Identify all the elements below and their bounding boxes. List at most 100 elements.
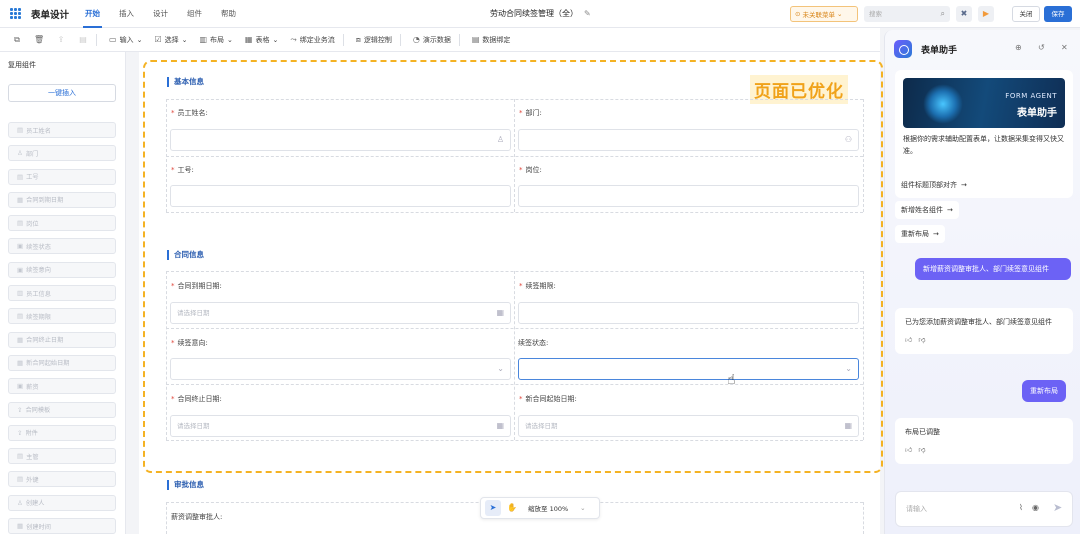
component-sidebar: 复用组件 一键插入 ▤ 员工姓名 ♙ 部门 ▤ 工号 ▦ 合同到期日期 ▤ 岗位 ▣ 续签状… — [0, 52, 126, 534]
history-icon[interactable]: ↺ — [1038, 43, 1045, 52]
toolbar: ⧉ 🗑 ⇪ ▤ ▭ 输入 ⌄ ☑ 选择 ⌄ ▥ 布局 ⌄ ▦ 表格 ⌄ ⤳ 绑定业务流 ⧈ 逻辑控制… — [0, 28, 880, 52]
calendar-icon: ▦ — [844, 421, 852, 430]
renew-intent-select[interactable]: ⌄ — [170, 358, 511, 380]
employee-name-input[interactable]: ♙ — [170, 129, 511, 151]
chevron-down-icon: ⌄ — [136, 35, 143, 44]
select-icon: ☑ — [154, 35, 162, 44]
user-icon: ♙ — [496, 135, 504, 144]
feedback-icons[interactable]: 👍︎👎︎ — [905, 334, 1063, 346]
form-assistant-panel: 表单助手 ⊕ ↺ ✕ FORM AGENT 表单助手 根据你的需求辅助配置表单，… — [884, 30, 1080, 534]
new-chat-icon[interactable]: ⊕ — [1015, 43, 1022, 52]
feedback-icons[interactable]: 👍︎👎︎ — [905, 444, 1063, 456]
component-item[interactable]: ▦ 创建时间 — [8, 518, 116, 534]
zoom-bar: ➤ ✋ 缩放至 100% ⌄ — [480, 497, 600, 519]
menu-start[interactable]: 开始 — [83, 0, 103, 28]
attachment-icon[interactable]: ⌇ — [1019, 503, 1023, 512]
section-title-basic: 基本信息 — [167, 77, 204, 87]
component-item[interactable]: ▤ 主管 — [8, 448, 116, 465]
component-item[interactable]: ▥ 员工信息 — [8, 285, 116, 302]
demo-icon: ◔ — [412, 35, 420, 44]
select-icon: ▣ — [17, 242, 24, 251]
component-item[interactable]: ▤ 续签期限 — [8, 308, 116, 325]
menu-component[interactable]: 组件 — [187, 0, 202, 28]
upload-icon[interactable]: ⇪ — [56, 35, 66, 45]
tool-layout[interactable]: ▥ 布局 ⌄ — [199, 35, 232, 45]
expiry-date-picker[interactable]: 请选择日期 ▦ — [170, 302, 511, 324]
new-start-date-picker[interactable]: 请选择日期 ▦ — [518, 415, 859, 437]
layout-icon: ▥ — [199, 35, 208, 44]
component-item[interactable]: ▤ 外键 — [8, 471, 116, 488]
edit-title-icon[interactable]: ✎ — [584, 9, 593, 18]
menu-design[interactable]: 设计 — [153, 0, 168, 28]
copy-icon[interactable]: ⧉ — [12, 35, 22, 45]
calendar-icon: ▦ — [496, 308, 504, 317]
save-button[interactable]: 保存 — [1044, 6, 1072, 22]
calendar-icon: ▦ — [17, 335, 24, 344]
divider — [96, 33, 97, 46]
delete-icon[interactable]: 🗑 — [34, 35, 44, 45]
component-item[interactable]: ⇪ 附件 — [8, 424, 116, 441]
menu-help[interactable]: 帮助 — [221, 0, 236, 28]
component-item[interactable]: ▦ 新合同起始日期 — [8, 354, 116, 371]
tool-table[interactable]: ▦ 表格 ⌄ — [245, 35, 278, 45]
user-icon: ♙ — [17, 498, 23, 507]
save-template-icon[interactable]: ▤ — [78, 35, 88, 45]
component-item[interactable]: ▤ 岗位 — [8, 215, 116, 232]
chat-input[interactable]: 请输入 ⌇ ◉ ➤ — [895, 491, 1073, 527]
table-icon: ▦ — [244, 35, 253, 44]
mouse-pointer-icon: ☝ — [727, 372, 736, 388]
department-input[interactable]: ⚇ — [518, 129, 859, 151]
component-item[interactable]: ⇪ 合同模板 — [8, 401, 116, 418]
tool-logic[interactable]: ⧈ 逻辑控制 — [356, 35, 392, 45]
zoom-level[interactable]: 缩放至 100% — [528, 503, 568, 513]
sidebar-title: 复用组件 — [8, 61, 36, 69]
end-date-picker[interactable]: 请选择日期 ▦ — [170, 415, 511, 437]
play-icon[interactable]: ▶ — [978, 6, 994, 22]
search-input[interactable]: 搜索 ⌕ — [864, 6, 950, 22]
tool-demo-data[interactable]: ◔ 演示数据 — [413, 35, 451, 45]
field-label-department: * 部门: — [519, 109, 542, 117]
menu-insert[interactable]: 插入 — [119, 0, 134, 28]
tools-icon[interactable]: ✖ — [956, 6, 972, 22]
tool-input[interactable]: ▭ 输入 ⌄ — [109, 35, 142, 45]
location-icon[interactable]: ◉ — [1032, 503, 1039, 512]
tool-select[interactable]: ☑ 选择 ⌄ — [154, 35, 187, 45]
hand-pan-icon[interactable]: ✋ — [504, 500, 520, 516]
component-item[interactable]: ▦ 合同终止日期 — [8, 331, 116, 348]
component-item[interactable]: ▣ 续签状态 — [8, 238, 116, 255]
select-pointer-icon[interactable]: ➤ — [485, 500, 501, 516]
component-item[interactable]: ▦ 合同到期日期 — [8, 191, 116, 208]
one-click-insert-button[interactable]: 一键插入 — [8, 84, 116, 102]
component-item[interactable]: ♙ 部门 — [8, 145, 116, 162]
renew-status-select[interactable]: ⌄ — [518, 358, 859, 380]
key-icon: ▤ — [17, 452, 24, 461]
text-field-icon: ▤ — [17, 312, 24, 321]
tool-data-binding[interactable]: ▤ 数据绑定 — [472, 35, 511, 45]
banner-english-title: FORM AGENT — [1005, 92, 1057, 100]
close-button[interactable]: 关闭 — [1012, 6, 1040, 22]
component-item[interactable]: ▤ 员工姓名 — [8, 122, 116, 138]
employee-no-input[interactable] — [170, 185, 511, 207]
divider — [399, 33, 401, 46]
position-input[interactable] — [518, 185, 859, 207]
suggestion-chip[interactable]: 重新布局 → — [895, 225, 945, 243]
component-item[interactable]: ▣ 薪资 — [8, 378, 116, 395]
component-item[interactable]: ▤ 工号 — [8, 168, 116, 185]
grid-line — [514, 99, 515, 212]
unlinked-menu-badge[interactable]: ⊙ 未关联菜单 ⌄ — [790, 6, 858, 22]
component-item[interactable]: ♙ 创建人 — [8, 494, 116, 511]
suggestion-chip[interactable]: 组件标题顶部对齐 → — [895, 176, 973, 194]
chevron-down-icon[interactable]: ⌄ — [580, 504, 585, 512]
panel-title: 表单助手 — [921, 46, 958, 56]
tool-bind-flow[interactable]: ⤳ 绑定业务流 — [290, 35, 334, 45]
upload-icon: ⇪ — [17, 428, 23, 437]
cube-graphic — [923, 84, 963, 124]
assistant-logo-icon — [894, 40, 912, 58]
suggestion-chip[interactable]: 新增姓名组件 → — [895, 201, 959, 219]
send-icon[interactable]: ➤ — [1053, 501, 1062, 514]
app-title: 表单设计 — [31, 9, 70, 21]
banner-image: FORM AGENT 表单助手 — [903, 78, 1065, 128]
close-icon[interactable]: ✕ — [1061, 43, 1068, 52]
renew-term-input[interactable] — [518, 302, 859, 324]
component-item[interactable]: ▣ 续签意向 — [8, 261, 116, 278]
